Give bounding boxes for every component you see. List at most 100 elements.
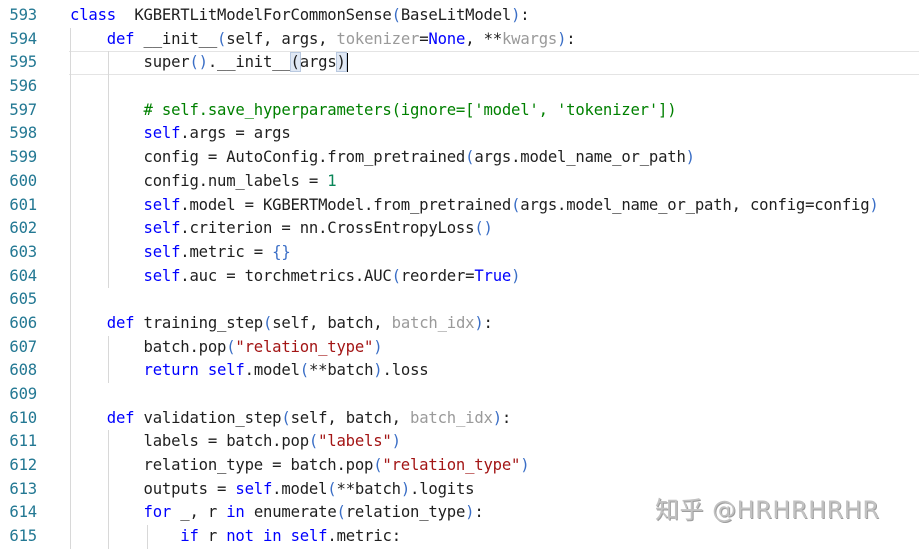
code-token: self, args, xyxy=(226,29,337,48)
code-token: super xyxy=(70,53,190,72)
code-token: self xyxy=(143,266,181,285)
code-token: ( xyxy=(336,503,346,522)
line-number: 609 xyxy=(9,385,37,403)
code-token: ) xyxy=(400,479,411,498)
code-token: reorder= xyxy=(400,266,475,285)
code-token: ) xyxy=(465,503,475,522)
code-token: ) xyxy=(335,52,347,73)
code-token: self xyxy=(143,124,181,143)
code-token: ) xyxy=(391,432,401,451)
code-line[interactable]: 609 xyxy=(0,383,919,407)
line-number: 610 xyxy=(9,408,37,427)
line-number: 600 xyxy=(9,171,37,190)
text-cursor xyxy=(345,53,348,73)
code-token: : xyxy=(483,313,493,332)
code-token: .metric: xyxy=(327,527,401,546)
code-token: ( xyxy=(281,408,291,427)
code-token: True xyxy=(474,266,512,285)
code-token: ( xyxy=(299,361,309,380)
code-token: "relation_type" xyxy=(382,456,521,475)
code-line[interactable]: 606 def training_step(self, batch, batch… xyxy=(0,311,919,336)
line-number: 599 xyxy=(9,148,37,167)
code-token: .model xyxy=(244,361,300,380)
code-line[interactable]: 603 self.metric = {} xyxy=(0,240,919,265)
code-token: ) xyxy=(520,456,530,475)
code-token: self xyxy=(143,242,181,261)
code-token: ( xyxy=(327,479,337,498)
code-token: : xyxy=(501,408,512,427)
code-token: tokenizer xyxy=(336,29,420,48)
code-line[interactable]: 598 self.args = args xyxy=(0,122,919,147)
code-token: in xyxy=(263,527,282,546)
code-token: self xyxy=(290,527,328,546)
code-token: class xyxy=(70,6,116,24)
code-token: batch_idx xyxy=(410,408,493,427)
code-token: def xyxy=(106,313,135,332)
code-token: None xyxy=(428,29,466,48)
code-token: validation_step xyxy=(134,408,282,427)
code-token: self xyxy=(235,479,273,498)
code-line[interactable]: 600 config.num_labels = 1 xyxy=(0,169,919,194)
code-line[interactable]: 604 self.auc = torchmetrics.AUC(reorder=… xyxy=(0,264,919,289)
code-line[interactable]: 601 self.model = KGBERTModel.from_pretra… xyxy=(0,193,919,218)
line-number: 595 xyxy=(9,53,37,72)
code-line[interactable]: 612 relation_type = batch.pop("relation_… xyxy=(0,454,919,478)
code-token: config.num_labels = xyxy=(70,171,328,190)
code-token: ) xyxy=(869,195,879,214)
code-token: kwargs xyxy=(501,29,558,48)
code-token: ( xyxy=(289,52,301,73)
code-line[interactable]: 596 xyxy=(0,75,919,99)
code-token: ( xyxy=(391,6,401,24)
line-number: 593 xyxy=(9,6,37,24)
code-line[interactable]: 594 def __init__(self, args, tokenizer=N… xyxy=(0,27,919,52)
code-line[interactable]: 605 xyxy=(0,288,919,312)
code-line[interactable]: 602 self.criterion = nn.CrossEntropyLoss… xyxy=(0,217,919,241)
code-line[interactable]: 597 # self.save_hyperparameters(ignore=[… xyxy=(0,98,919,123)
code-token: ) xyxy=(474,313,484,332)
code-token: ) xyxy=(557,29,567,48)
code-token: () xyxy=(474,219,493,238)
line-number: 598 xyxy=(9,124,37,143)
line-number: 611 xyxy=(9,432,37,451)
code-line[interactable]: 599 config = AutoConfig.from_pretrained(… xyxy=(0,146,919,170)
code-token: self xyxy=(143,219,181,238)
code-line[interactable]: 611 labels = batch.pop("labels") xyxy=(0,430,919,455)
code-line[interactable]: 607 batch.pop("relation_type") xyxy=(0,335,919,360)
code-text: self.auc = torchmetrics.AUC(reorder=True… xyxy=(70,265,521,289)
line-number: 605 xyxy=(9,290,37,309)
code-text: class KGBERTLitModelForCommonSense(BaseL… xyxy=(70,4,530,28)
line-number: 601 xyxy=(9,195,37,214)
code-token: labels = batch.pop xyxy=(70,432,310,451)
code-token: , ** xyxy=(465,29,502,48)
code-token: ( xyxy=(465,148,475,167)
code-text: super().__init__(args) xyxy=(70,51,348,75)
line-number: 608 xyxy=(9,361,37,380)
indent-guide xyxy=(108,75,109,99)
line-number: 603 xyxy=(9,242,37,261)
code-editor[interactable]: 593 class KGBERTLitModelForCommonSense(Ba… xyxy=(0,4,919,549)
line-number: 613 xyxy=(9,479,37,498)
code-text: relation_type = batch.pop("relation_type… xyxy=(70,454,530,478)
code-token: .logits xyxy=(410,479,475,498)
code-token: ( xyxy=(511,195,521,214)
code-text: labels = batch.pop("labels") xyxy=(70,430,402,454)
code-line[interactable]: 595 super().__init__(args) xyxy=(0,51,919,76)
code-text: config = AutoConfig.from_pretrained(args… xyxy=(70,146,696,170)
code-line[interactable]: 593 class KGBERTLitModelForCommonSense(Ba… xyxy=(0,4,919,28)
line-number: 604 xyxy=(9,266,37,285)
code-line[interactable]: 608 return self.model(**batch).loss xyxy=(0,359,919,383)
code-line[interactable]: 610 def validation_step(self, batch, bat… xyxy=(0,406,919,431)
code-line[interactable]: 615 if r not in self.metric: xyxy=(0,525,919,549)
code-text: def __init__(self, args, tokenizer=None,… xyxy=(70,28,576,52)
